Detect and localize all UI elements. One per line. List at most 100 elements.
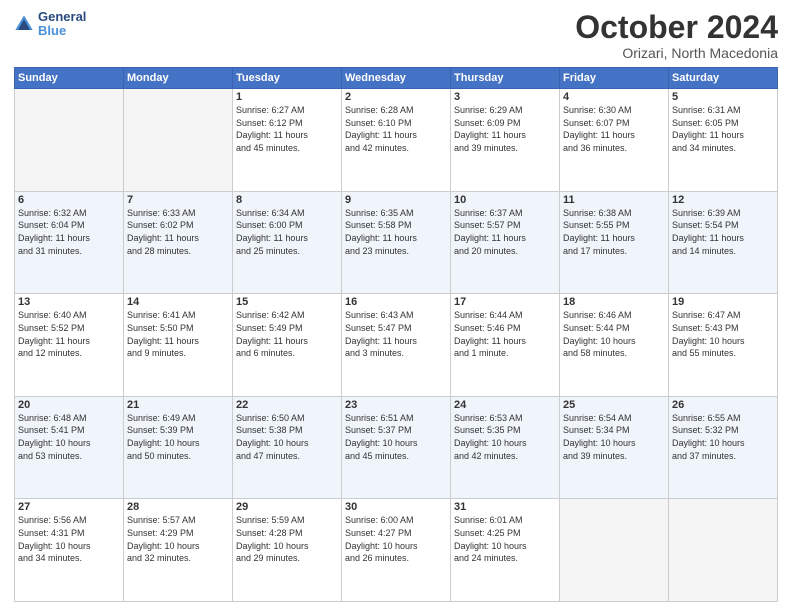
day-info: Sunrise: 6:38 AM Sunset: 5:55 PM Dayligh… [563,207,665,257]
calendar-day-cell: 23Sunrise: 6:51 AM Sunset: 5:37 PM Dayli… [342,396,451,499]
location-subtitle: Orizari, North Macedonia [575,45,778,61]
day-info: Sunrise: 6:43 AM Sunset: 5:47 PM Dayligh… [345,309,447,359]
day-number: 17 [454,296,556,308]
day-info: Sunrise: 6:55 AM Sunset: 5:32 PM Dayligh… [672,412,774,462]
calendar-day-cell: 30Sunrise: 6:00 AM Sunset: 4:27 PM Dayli… [342,499,451,602]
calendar-day-cell: 7Sunrise: 6:33 AM Sunset: 6:02 PM Daylig… [124,191,233,294]
logo-text-line1: General [38,10,86,24]
day-number: 15 [236,296,338,308]
day-info: Sunrise: 6:33 AM Sunset: 6:02 PM Dayligh… [127,207,229,257]
day-number: 13 [18,296,120,308]
calendar-day-cell: 4Sunrise: 6:30 AM Sunset: 6:07 PM Daylig… [560,89,669,192]
day-info: Sunrise: 6:41 AM Sunset: 5:50 PM Dayligh… [127,309,229,359]
day-info: Sunrise: 6:51 AM Sunset: 5:37 PM Dayligh… [345,412,447,462]
calendar-day-cell: 12Sunrise: 6:39 AM Sunset: 5:54 PM Dayli… [669,191,778,294]
day-number: 8 [236,194,338,206]
calendar-header-row: SundayMondayTuesdayWednesdayThursdayFrid… [15,68,778,89]
day-number: 12 [672,194,774,206]
calendar-day-cell: 19Sunrise: 6:47 AM Sunset: 5:43 PM Dayli… [669,294,778,397]
calendar-week-row: 20Sunrise: 6:48 AM Sunset: 5:41 PM Dayli… [15,396,778,499]
calendar-day-cell: 31Sunrise: 6:01 AM Sunset: 4:25 PM Dayli… [451,499,560,602]
day-info: Sunrise: 6:42 AM Sunset: 5:49 PM Dayligh… [236,309,338,359]
calendar-day-cell: 15Sunrise: 6:42 AM Sunset: 5:49 PM Dayli… [233,294,342,397]
calendar-week-row: 6Sunrise: 6:32 AM Sunset: 6:04 PM Daylig… [15,191,778,294]
day-info: Sunrise: 6:46 AM Sunset: 5:44 PM Dayligh… [563,309,665,359]
day-info: Sunrise: 6:40 AM Sunset: 5:52 PM Dayligh… [18,309,120,359]
day-info: Sunrise: 6:44 AM Sunset: 5:46 PM Dayligh… [454,309,556,359]
day-info: Sunrise: 6:32 AM Sunset: 6:04 PM Dayligh… [18,207,120,257]
logo-text-line2: Blue [38,24,86,38]
day-number: 10 [454,194,556,206]
day-number: 19 [672,296,774,308]
weekday-header: Saturday [669,68,778,89]
day-info: Sunrise: 6:39 AM Sunset: 5:54 PM Dayligh… [672,207,774,257]
day-info: Sunrise: 5:57 AM Sunset: 4:29 PM Dayligh… [127,514,229,564]
day-number: 7 [127,194,229,206]
calendar-day-cell: 14Sunrise: 6:41 AM Sunset: 5:50 PM Dayli… [124,294,233,397]
day-number: 25 [563,399,665,411]
weekday-header: Wednesday [342,68,451,89]
day-info: Sunrise: 6:31 AM Sunset: 6:05 PM Dayligh… [672,104,774,154]
day-number: 30 [345,501,447,513]
day-info: Sunrise: 6:29 AM Sunset: 6:09 PM Dayligh… [454,104,556,154]
calendar-day-cell: 10Sunrise: 6:37 AM Sunset: 5:57 PM Dayli… [451,191,560,294]
logo: General Blue [14,10,86,39]
day-number: 11 [563,194,665,206]
day-info: Sunrise: 6:48 AM Sunset: 5:41 PM Dayligh… [18,412,120,462]
calendar-day-cell: 24Sunrise: 6:53 AM Sunset: 5:35 PM Dayli… [451,396,560,499]
calendar-day-cell: 16Sunrise: 6:43 AM Sunset: 5:47 PM Dayli… [342,294,451,397]
day-info: Sunrise: 6:50 AM Sunset: 5:38 PM Dayligh… [236,412,338,462]
day-number: 5 [672,91,774,103]
calendar-day-cell: 22Sunrise: 6:50 AM Sunset: 5:38 PM Dayli… [233,396,342,499]
logo-icon [14,14,34,34]
calendar-day-cell: 27Sunrise: 5:56 AM Sunset: 4:31 PM Dayli… [15,499,124,602]
day-number: 9 [345,194,447,206]
day-number: 31 [454,501,556,513]
calendar-day-cell [15,89,124,192]
calendar-day-cell: 26Sunrise: 6:55 AM Sunset: 5:32 PM Dayli… [669,396,778,499]
calendar-day-cell: 20Sunrise: 6:48 AM Sunset: 5:41 PM Dayli… [15,396,124,499]
day-info: Sunrise: 6:35 AM Sunset: 5:58 PM Dayligh… [345,207,447,257]
day-number: 27 [18,501,120,513]
day-info: Sunrise: 6:00 AM Sunset: 4:27 PM Dayligh… [345,514,447,564]
calendar-day-cell: 5Sunrise: 6:31 AM Sunset: 6:05 PM Daylig… [669,89,778,192]
day-number: 26 [672,399,774,411]
day-number: 24 [454,399,556,411]
calendar-day-cell [560,499,669,602]
calendar-day-cell: 8Sunrise: 6:34 AM Sunset: 6:00 PM Daylig… [233,191,342,294]
day-info: Sunrise: 6:01 AM Sunset: 4:25 PM Dayligh… [454,514,556,564]
day-number: 20 [18,399,120,411]
day-number: 29 [236,501,338,513]
day-number: 2 [345,91,447,103]
day-info: Sunrise: 6:54 AM Sunset: 5:34 PM Dayligh… [563,412,665,462]
calendar-day-cell: 21Sunrise: 6:49 AM Sunset: 5:39 PM Dayli… [124,396,233,499]
day-info: Sunrise: 6:27 AM Sunset: 6:12 PM Dayligh… [236,104,338,154]
weekday-header: Sunday [15,68,124,89]
weekday-header: Tuesday [233,68,342,89]
calendar-day-cell: 29Sunrise: 5:59 AM Sunset: 4:28 PM Dayli… [233,499,342,602]
calendar-table: SundayMondayTuesdayWednesdayThursdayFrid… [14,67,778,602]
calendar-day-cell: 9Sunrise: 6:35 AM Sunset: 5:58 PM Daylig… [342,191,451,294]
day-number: 14 [127,296,229,308]
header: General Blue October 2024 Orizari, North… [14,10,778,61]
calendar-week-row: 1Sunrise: 6:27 AM Sunset: 6:12 PM Daylig… [15,89,778,192]
calendar-day-cell: 11Sunrise: 6:38 AM Sunset: 5:55 PM Dayli… [560,191,669,294]
day-info: Sunrise: 5:56 AM Sunset: 4:31 PM Dayligh… [18,514,120,564]
calendar-day-cell: 13Sunrise: 6:40 AM Sunset: 5:52 PM Dayli… [15,294,124,397]
calendar-day-cell: 1Sunrise: 6:27 AM Sunset: 6:12 PM Daylig… [233,89,342,192]
calendar-day-cell [669,499,778,602]
day-number: 28 [127,501,229,513]
page: General Blue October 2024 Orizari, North… [0,0,792,612]
day-number: 3 [454,91,556,103]
day-info: Sunrise: 6:34 AM Sunset: 6:00 PM Dayligh… [236,207,338,257]
day-info: Sunrise: 6:47 AM Sunset: 5:43 PM Dayligh… [672,309,774,359]
calendar-day-cell: 3Sunrise: 6:29 AM Sunset: 6:09 PM Daylig… [451,89,560,192]
day-number: 4 [563,91,665,103]
calendar-day-cell: 6Sunrise: 6:32 AM Sunset: 6:04 PM Daylig… [15,191,124,294]
day-info: Sunrise: 6:28 AM Sunset: 6:10 PM Dayligh… [345,104,447,154]
day-number: 22 [236,399,338,411]
title-block: October 2024 Orizari, North Macedonia [575,10,778,61]
day-info: Sunrise: 6:49 AM Sunset: 5:39 PM Dayligh… [127,412,229,462]
day-number: 16 [345,296,447,308]
month-title: October 2024 [575,10,778,45]
